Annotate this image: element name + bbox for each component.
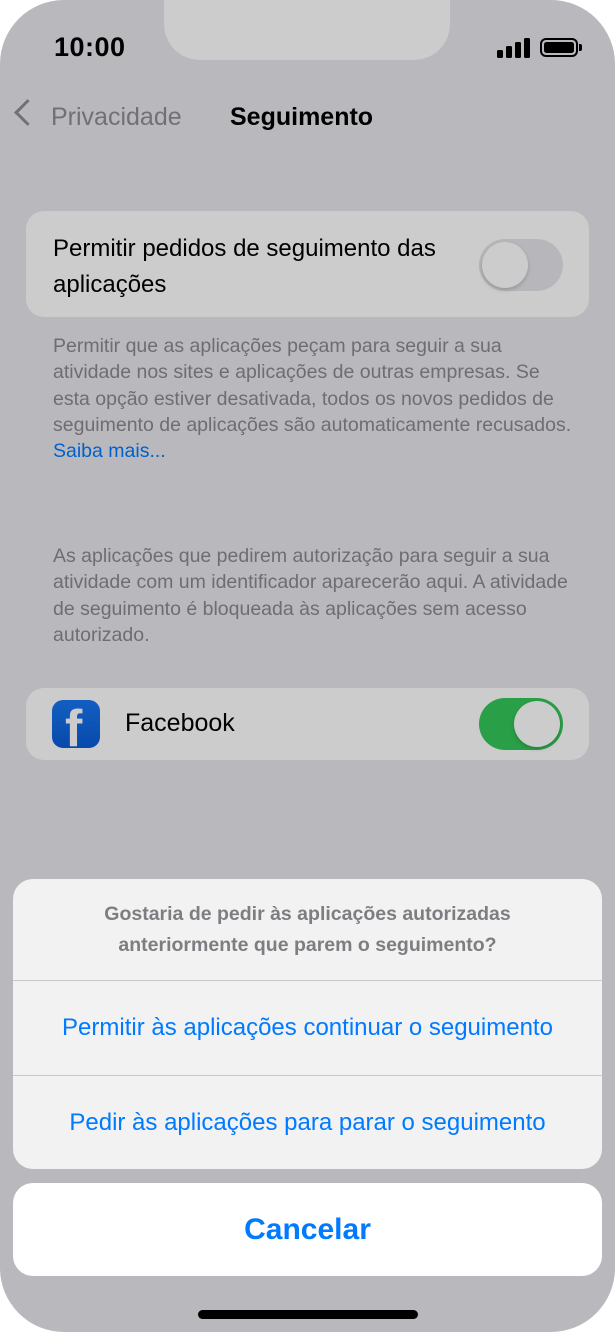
cancel-button[interactable]: Cancelar [13, 1183, 602, 1276]
home-indicator[interactable] [198, 1310, 418, 1319]
action-sheet: Gostaria de pedir às aplicações autoriza… [13, 879, 602, 1169]
phone-screen: 10:00 Privacidade Seguimento Permitir pe… [0, 0, 615, 1332]
ask-stop-tracking-button[interactable]: Pedir às aplicações para parar o seguime… [13, 1076, 602, 1169]
action-sheet-message: Gostaria de pedir às aplicações autoriza… [104, 902, 511, 956]
allow-continue-tracking-button[interactable]: Permitir às aplicações continuar o segui… [13, 981, 602, 1075]
